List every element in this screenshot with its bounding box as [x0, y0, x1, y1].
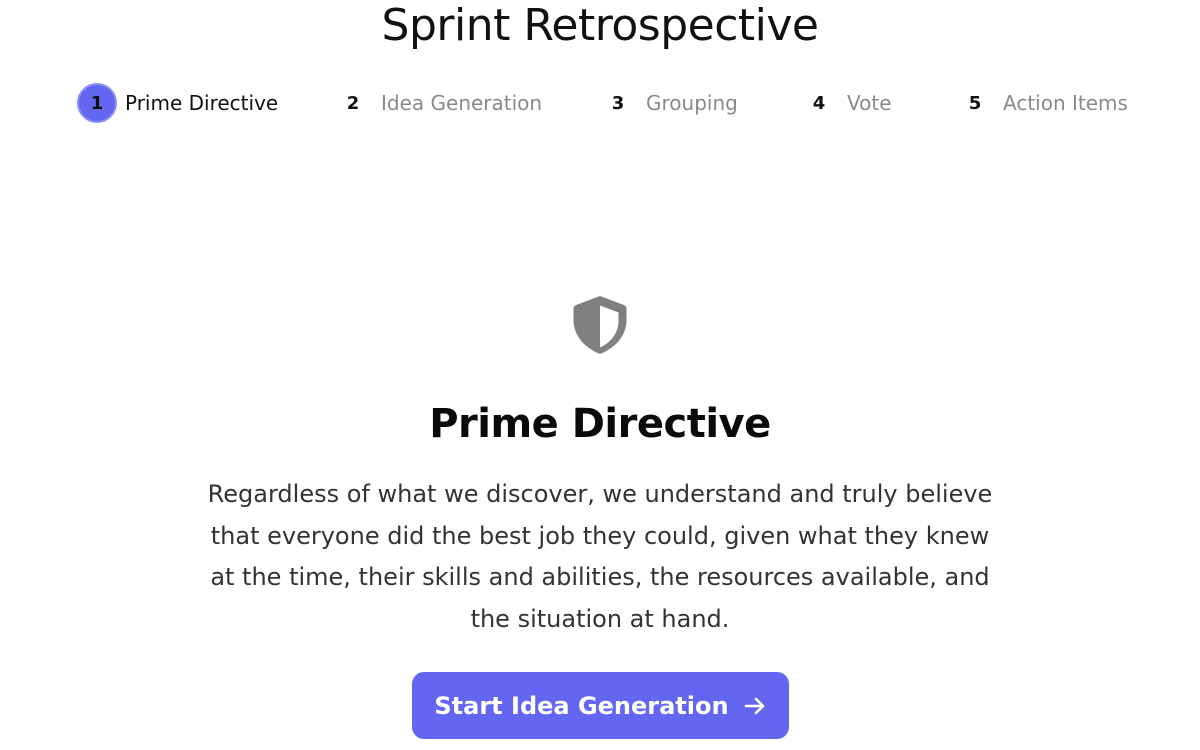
stepper: 1 Prime Directive 2 Idea Generation 3 Gr…: [0, 82, 1200, 124]
step-idea-generation[interactable]: 2 Idea Generation: [333, 82, 542, 124]
step-number: 4: [812, 92, 826, 114]
step-label: Idea Generation: [381, 91, 543, 115]
shield-icon: [573, 296, 627, 354]
retrospective-page: Sprint Retrospective 1 Prime Directive 2…: [0, 0, 1200, 750]
step-number: 5: [968, 92, 982, 114]
step-label: Action Items: [1003, 91, 1128, 115]
page-title: Sprint Retrospective: [381, 0, 819, 51]
step-label: Prime Directive: [125, 91, 279, 115]
step-number: 1: [77, 83, 117, 123]
step-action-items[interactable]: 5 Action Items: [955, 82, 1128, 124]
button-label: Start Idea Generation: [434, 691, 729, 720]
section-heading: Prime Directive: [429, 401, 771, 447]
step-prime-directive[interactable]: 1 Prime Directive: [77, 82, 278, 124]
step-number: 2: [346, 92, 360, 114]
step-vote[interactable]: 4 Vote: [799, 82, 892, 124]
start-idea-generation-button[interactable]: Start Idea Generation: [412, 672, 789, 739]
step-label: Grouping: [646, 91, 738, 115]
step-label: Vote: [847, 91, 892, 115]
step-grouping[interactable]: 3 Grouping: [598, 82, 738, 124]
arrow-right-icon: [743, 694, 767, 718]
prime-directive-text: Regardless of what we discover, we under…: [207, 480, 993, 633]
step-number: 3: [611, 92, 625, 114]
